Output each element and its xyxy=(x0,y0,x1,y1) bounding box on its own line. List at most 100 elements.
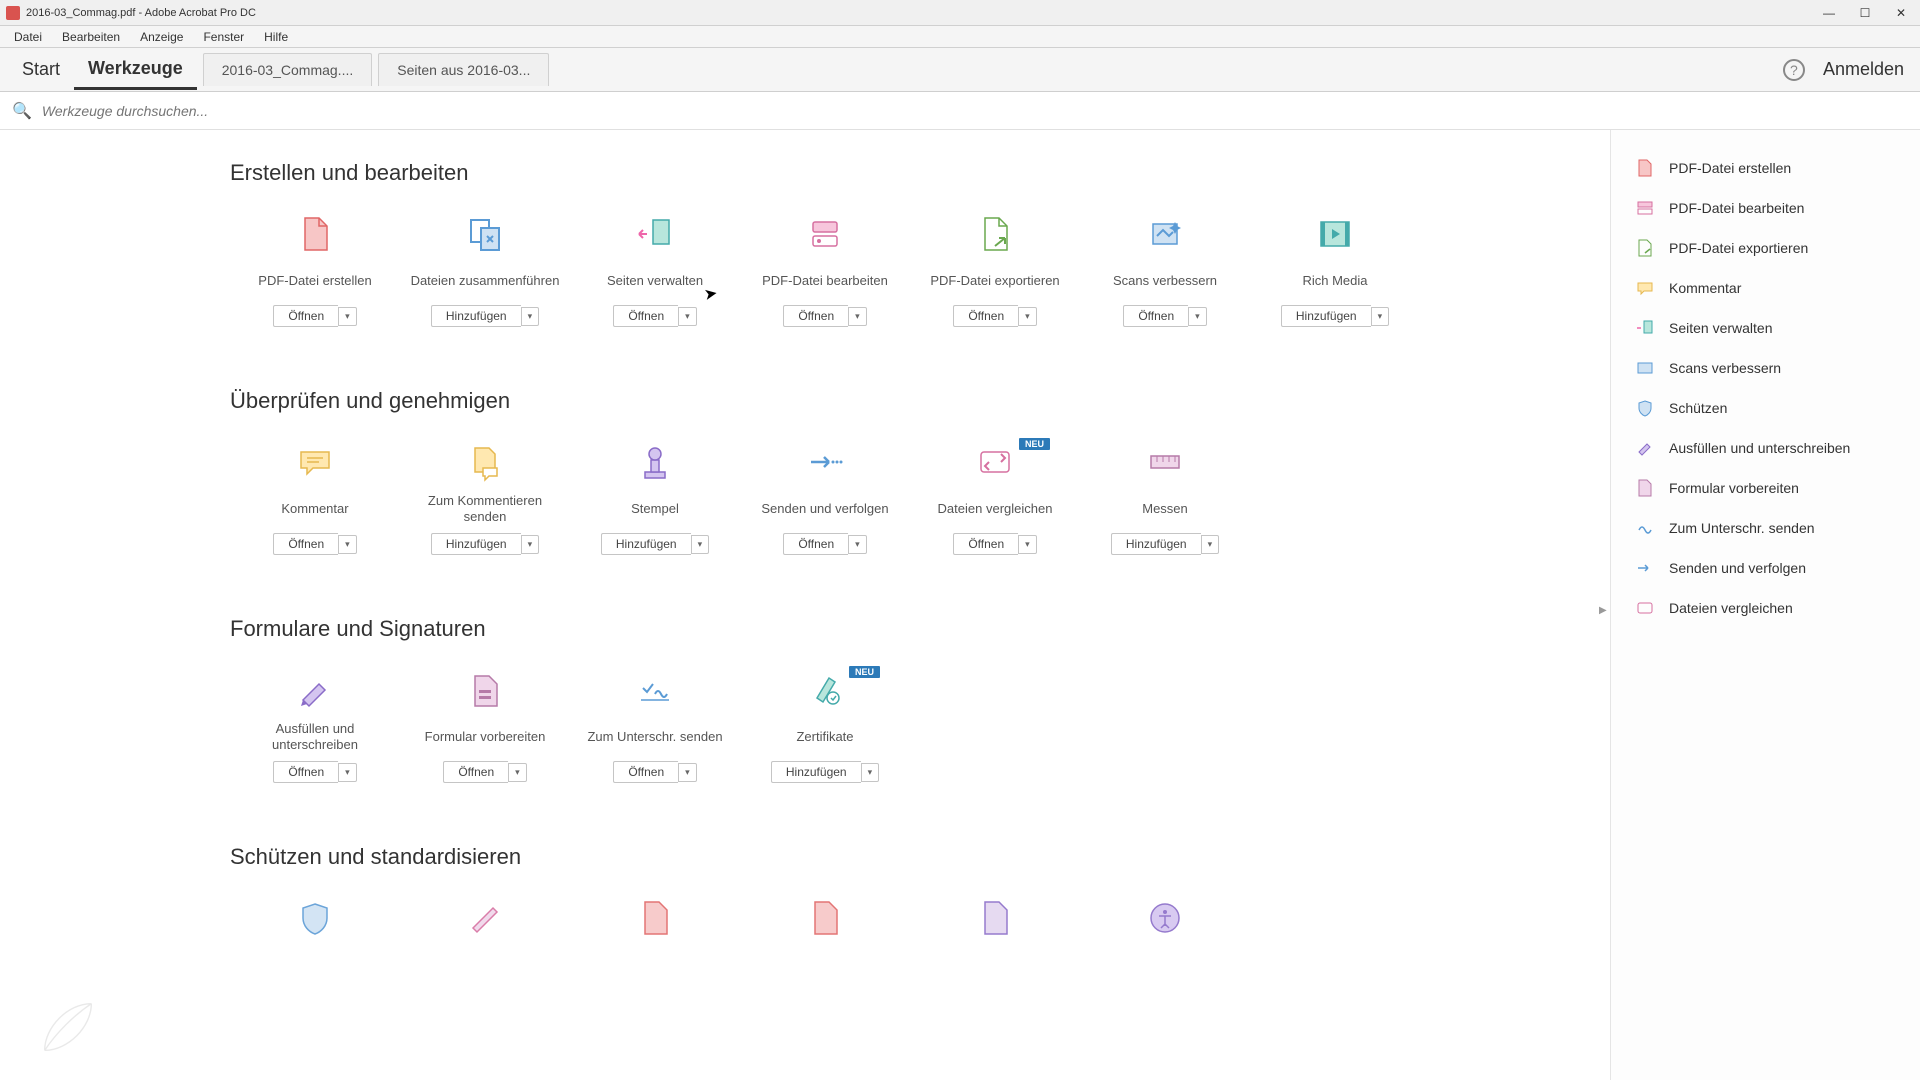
tool-compare-files[interactable]: NEU Dateien vergleichen Öffnen▾ xyxy=(910,442,1080,556)
menu-view[interactable]: Anzeige xyxy=(130,28,193,46)
tool-stamp[interactable]: Stempel Hinzufügen▾ xyxy=(570,442,740,556)
open-button[interactable]: Öffnen xyxy=(273,533,338,555)
tool-label: Stempel xyxy=(631,492,679,526)
sidebar-item-export-pdf[interactable]: PDF-Datei exportieren xyxy=(1611,228,1920,268)
open-button[interactable]: Öffnen xyxy=(273,305,338,327)
add-button[interactable]: Hinzufügen xyxy=(431,305,521,327)
dropdown-button[interactable]: ▾ xyxy=(521,307,540,326)
app-icon xyxy=(6,6,20,20)
open-button[interactable]: Öffnen xyxy=(953,533,1018,555)
tool-edit-pdf[interactable]: PDF-Datei bearbeiten Öffnen▾ xyxy=(740,214,910,328)
dropdown-button[interactable]: ▾ xyxy=(521,535,540,554)
open-button[interactable]: Öffnen xyxy=(613,305,678,327)
tool-prepare-form[interactable]: Formular vorbereiten Öffnen▾ xyxy=(400,670,570,784)
tool-send-signature[interactable]: Zum Unterschr. senden Öffnen▾ xyxy=(570,670,740,784)
dropdown-button[interactable]: ▾ xyxy=(861,763,880,782)
add-button[interactable]: Hinzufügen xyxy=(601,533,691,555)
sidebar-item-send-track[interactable]: Senden und verfolgen xyxy=(1611,548,1920,588)
sidebar-collapse-icon[interactable]: ▶ xyxy=(1599,605,1607,616)
tool-redact[interactable] xyxy=(400,898,570,948)
tool-create-pdf[interactable]: PDF-Datei erstellen Öffnen▾ xyxy=(230,214,400,328)
tool-label: Seiten verwalten xyxy=(607,264,703,298)
tool-export-pdf[interactable]: PDF-Datei exportieren Öffnen▾ xyxy=(910,214,1080,328)
minimize-button[interactable]: — xyxy=(1822,6,1836,20)
tool-accessibility[interactable] xyxy=(1080,898,1250,948)
dropdown-button[interactable]: ▾ xyxy=(338,307,357,326)
menu-help[interactable]: Hilfe xyxy=(254,28,298,46)
help-icon[interactable]: ? xyxy=(1783,59,1805,81)
dropdown-button[interactable]: ▾ xyxy=(1018,307,1037,326)
tool-enhance-scans[interactable]: Scans verbessern Öffnen▾ xyxy=(1080,214,1250,328)
tab-start[interactable]: Start xyxy=(8,51,74,88)
sidebar-item-comment[interactable]: Kommentar xyxy=(1611,268,1920,308)
sidebar-item-edit-pdf[interactable]: PDF-Datei bearbeiten xyxy=(1611,188,1920,228)
doc-tab-0[interactable]: 2016-03_Commag.... xyxy=(203,53,373,86)
tool-organize-pages[interactable]: Seiten verwalten Öffnen▾ xyxy=(570,214,740,328)
search-input[interactable] xyxy=(42,103,1908,119)
sidebar-item-enhance-scans[interactable]: Scans verbessern xyxy=(1611,348,1920,388)
sidebar-item-create-pdf[interactable]: PDF-Datei erstellen xyxy=(1611,148,1920,188)
menu-window[interactable]: Fenster xyxy=(193,28,254,46)
add-button[interactable]: Hinzufügen xyxy=(1111,533,1201,555)
menu-file[interactable]: Datei xyxy=(4,28,52,46)
login-link[interactable]: Anmelden xyxy=(1823,59,1904,80)
menu-edit[interactable]: Bearbeiten xyxy=(52,28,130,46)
sidebar-item-compare-files[interactable]: Dateien vergleichen xyxy=(1611,588,1920,628)
tool-label: Messen xyxy=(1142,492,1188,526)
add-button[interactable]: Hinzufügen xyxy=(771,761,861,783)
sidebar-item-label: Ausfüllen und unterschreiben xyxy=(1669,440,1850,456)
dropdown-button[interactable]: ▾ xyxy=(678,763,697,782)
tool-certificates[interactable]: NEU Zertifikate Hinzufügen▾ xyxy=(740,670,910,784)
tool-send-for-comment[interactable]: Zum Kommentieren senden Hinzufügen▾ xyxy=(400,442,570,556)
dropdown-button[interactable]: ▾ xyxy=(1201,535,1220,554)
edit-pdf-icon xyxy=(802,214,848,254)
open-button[interactable]: Öffnen xyxy=(783,305,848,327)
open-button[interactable]: Öffnen xyxy=(953,305,1018,327)
tool-label: Zertifikate xyxy=(796,720,853,754)
sidebar-item-organize-pages[interactable]: Seiten verwalten xyxy=(1611,308,1920,348)
tool-label: Senden und verfolgen xyxy=(761,492,888,526)
content-area: Erstellen und bearbeiten PDF-Datei erste… xyxy=(0,130,1610,1080)
prepare-form-icon xyxy=(462,670,508,710)
compare-files-icon xyxy=(972,442,1018,482)
maximize-button[interactable]: ☐ xyxy=(1858,6,1872,20)
tab-tools[interactable]: Werkzeuge xyxy=(74,50,197,90)
dropdown-button[interactable]: ▾ xyxy=(1188,307,1207,326)
shield-icon xyxy=(1635,398,1655,418)
open-button[interactable]: Öffnen xyxy=(783,533,848,555)
tool-rich-media[interactable]: Rich Media Hinzufügen▾ xyxy=(1250,214,1420,328)
add-button[interactable]: Hinzufügen xyxy=(431,533,521,555)
close-button[interactable]: ✕ xyxy=(1894,6,1908,20)
tool-standards-1[interactable] xyxy=(570,898,740,948)
sidebar-item-send-signature[interactable]: Zum Unterschr. senden xyxy=(1611,508,1920,548)
dropdown-button[interactable]: ▾ xyxy=(848,535,867,554)
dropdown-button[interactable]: ▾ xyxy=(1371,307,1390,326)
dropdown-button[interactable]: ▾ xyxy=(338,535,357,554)
doc-tab-1[interactable]: Seiten aus 2016-03... xyxy=(378,53,549,86)
sidebar-item-fill-sign[interactable]: Ausfüllen und unterschreiben xyxy=(1611,428,1920,468)
dropdown-button[interactable]: ▾ xyxy=(1018,535,1037,554)
tool-protect[interactable] xyxy=(230,898,400,948)
tool-measure[interactable]: Messen Hinzufügen▾ xyxy=(1080,442,1250,556)
open-button[interactable]: Öffnen xyxy=(1123,305,1188,327)
sidebar-item-protect[interactable]: Schützen xyxy=(1611,388,1920,428)
dropdown-button[interactable]: ▾ xyxy=(678,307,697,326)
tool-comment[interactable]: Kommentar Öffnen▾ xyxy=(230,442,400,556)
dropdown-button[interactable]: ▾ xyxy=(848,307,867,326)
tool-combine-files[interactable]: Dateien zusammenführen Hinzufügen▾ xyxy=(400,214,570,328)
dropdown-button[interactable]: ▾ xyxy=(338,763,357,782)
dropdown-button[interactable]: ▾ xyxy=(508,763,527,782)
watermark xyxy=(28,992,108,1062)
open-button[interactable]: Öffnen xyxy=(613,761,678,783)
tool-standards-2[interactable] xyxy=(740,898,910,948)
add-button[interactable]: Hinzufügen xyxy=(1281,305,1371,327)
dropdown-button[interactable]: ▾ xyxy=(691,535,710,554)
open-button[interactable]: Öffnen xyxy=(443,761,508,783)
tool-fill-sign[interactable]: Ausfüllen und unterschreiben Öffnen▾ xyxy=(230,670,400,784)
open-button[interactable]: Öffnen xyxy=(273,761,338,783)
tool-standards-3[interactable] xyxy=(910,898,1080,948)
sidebar-item-prepare-form[interactable]: Formular vorbereiten xyxy=(1611,468,1920,508)
section-create: Erstellen und bearbeiten PDF-Datei erste… xyxy=(230,160,1550,338)
tool-send-track[interactable]: Senden und verfolgen Öffnen▾ xyxy=(740,442,910,556)
section-protect: Schützen und standardisieren xyxy=(230,844,1550,958)
